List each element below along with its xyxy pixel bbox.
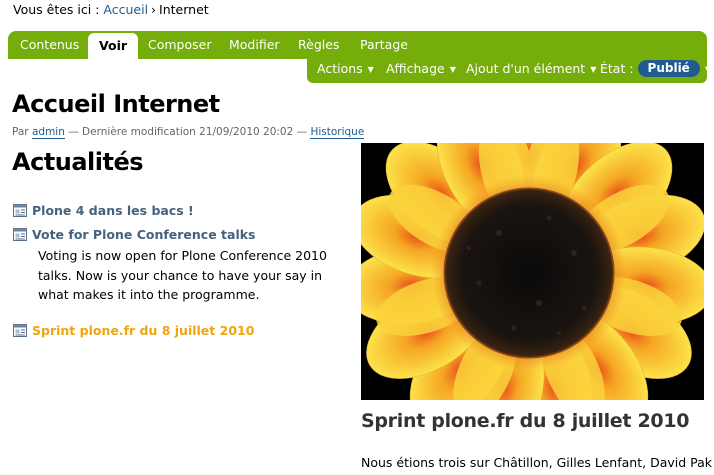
display-menu-label: Affichage [386, 61, 445, 76]
news-item-title[interactable]: Sprint plone.fr du 8 juillet 2010 [32, 323, 254, 338]
chevron-down-icon: ▼ [449, 65, 456, 74]
news-section-title: Actualités [12, 148, 144, 176]
feature-title[interactable]: Sprint plone.fr du 8 juillet 2010 [361, 410, 689, 432]
tab-partage[interactable]: Partage [360, 31, 408, 59]
chevron-down-icon: ▼ [704, 65, 711, 74]
byline-modified: — Dernière modification 21/09/2010 20:02… [68, 126, 308, 138]
tab-modifier[interactable]: Modifier [229, 31, 280, 59]
state-badge: Publié [637, 60, 700, 77]
tab-regles[interactable]: Règles [298, 31, 339, 59]
page-title: Accueil Internet [12, 90, 220, 118]
state-menu[interactable]: État : Publié ▼ [600, 58, 711, 80]
news-item[interactable]: Plone 4 dans les bacs ! [13, 200, 194, 219]
display-menu[interactable]: Affichage ▼ [386, 58, 456, 80]
sunflower-image[interactable] [361, 143, 704, 400]
chevron-down-icon: ▼ [367, 65, 374, 74]
news-item-icon [13, 226, 27, 241]
state-label: État : [600, 61, 634, 76]
actions-menu-label: Actions [317, 61, 363, 76]
byline-by: Par [12, 126, 29, 138]
history-link[interactable]: Historique [310, 126, 365, 139]
actions-menu[interactable]: Actions ▼ [317, 58, 374, 80]
news-item-icon [13, 322, 27, 337]
content-actions-bar: Actions ▼ Affichage ▼ Ajout d'un élément ▼ … [307, 58, 711, 83]
tab-composer[interactable]: Composer [148, 31, 211, 59]
breadcrumb-prefix: Vous êtes ici : [13, 2, 100, 17]
news-item-title[interactable]: Plone 4 dans les bacs ! [32, 203, 194, 218]
breadcrumb-current: Internet [159, 2, 209, 17]
feature-text: Nous étions trois sur Châtillon, Gilles … [361, 455, 714, 470]
news-item-title[interactable]: Vote for Plone Conference talks [32, 227, 256, 242]
tab-voir[interactable]: Voir [88, 33, 139, 59]
tab-contenus[interactable]: Contenus [20, 31, 79, 59]
author-link[interactable]: admin [31, 126, 65, 139]
add-item-menu-label: Ajout d'un élément [466, 61, 586, 76]
document-byline: Par admin — Dernière modification 21/09/… [12, 126, 365, 139]
chevron-down-icon: ▼ [590, 65, 597, 74]
content-views-tabs: Contenus Voir Composer Modifier Règles P… [8, 31, 707, 59]
breadcrumb-link-home[interactable]: Accueil [103, 2, 148, 17]
breadcrumb-separator: › [151, 2, 157, 17]
add-item-menu[interactable]: Ajout d'un élément ▼ [466, 58, 596, 80]
breadcrumb: Vous êtes ici : Accueil › Internet [13, 2, 209, 17]
news-item[interactable]: Sprint plone.fr du 8 juillet 2010 [13, 320, 254, 339]
news-item-description: Voting is now open for Plone Conference … [38, 248, 327, 302]
news-item[interactable]: Vote for Plone Conference talks [13, 224, 256, 243]
news-item-icon [13, 202, 27, 217]
